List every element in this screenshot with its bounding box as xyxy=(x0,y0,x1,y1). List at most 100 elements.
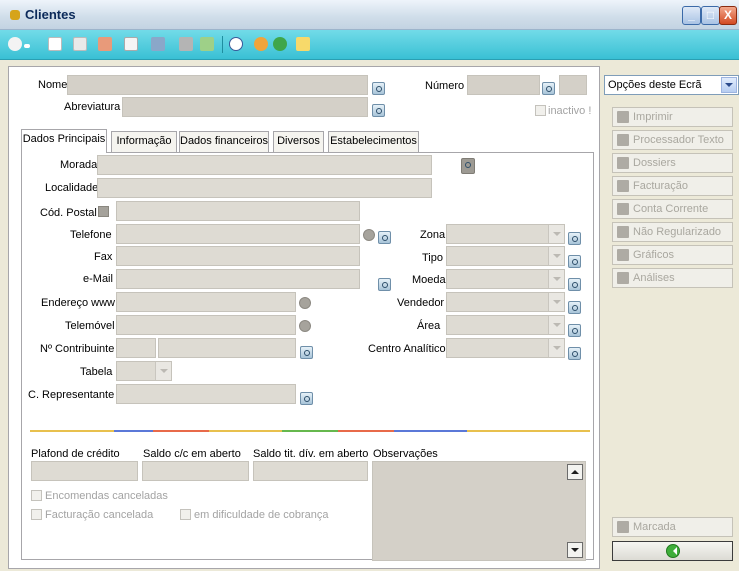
moeda-dropdown-icon[interactable] xyxy=(548,270,564,288)
go-button[interactable] xyxy=(612,541,733,561)
fax-field[interactable] xyxy=(116,246,360,266)
centro-analitico-lookup-button[interactable] xyxy=(568,347,581,360)
delete-icon[interactable] xyxy=(98,37,112,51)
dropdown-arrow-icon[interactable] xyxy=(24,44,30,48)
telefone-lookup-button[interactable] xyxy=(378,231,391,244)
tabela-dropdown-icon[interactable] xyxy=(155,362,171,380)
tab-informacao[interactable]: Informação xyxy=(111,131,177,152)
dificuldade-cobranca-checkbox[interactable] xyxy=(180,509,191,520)
pending-icon xyxy=(617,226,629,238)
numero-lookup-button[interactable] xyxy=(542,82,555,95)
representante-lookup-button[interactable] xyxy=(300,392,313,405)
facturacao-cancelada-checkbox[interactable] xyxy=(31,509,42,520)
attachment-icon[interactable] xyxy=(296,37,310,51)
telemovel-label: Telemóvel xyxy=(65,320,115,332)
telemovel-field[interactable] xyxy=(116,315,296,335)
endereco-www-field[interactable] xyxy=(116,292,296,312)
refresh-icon[interactable] xyxy=(200,37,214,51)
tabela-label: Tabela xyxy=(80,366,113,378)
new-document-icon[interactable] xyxy=(48,37,62,51)
tab-dados-principais[interactable]: Dados Principais xyxy=(21,129,107,153)
map-button[interactable] xyxy=(461,158,475,174)
observacoes-textarea[interactable] xyxy=(372,461,586,561)
cod-postal-label: Cód. Postal xyxy=(40,207,97,219)
chevron-down-icon[interactable] xyxy=(721,77,737,93)
contribuinte-field[interactable] xyxy=(158,338,296,358)
imprimir-button[interactable]: Imprimir xyxy=(612,107,733,127)
area-lookup-button[interactable] xyxy=(568,324,581,337)
email-lookup-button[interactable] xyxy=(378,278,391,291)
scroll-up-icon[interactable] xyxy=(567,464,583,480)
graficos-button[interactable]: Gráficos xyxy=(612,245,733,265)
contribuinte-prefix-field[interactable] xyxy=(116,338,156,358)
tipo-lookup-button[interactable] xyxy=(568,255,581,268)
help-icon[interactable] xyxy=(229,37,243,51)
numero-field[interactable] xyxy=(467,75,540,95)
close-button[interactable]: X xyxy=(719,6,737,25)
toolbar xyxy=(0,30,739,60)
nao-regularizado-button[interactable]: Não Regularizado xyxy=(612,222,733,242)
morada-field[interactable] xyxy=(97,155,432,175)
search-dropdown-icon[interactable] xyxy=(8,37,22,51)
nome-lookup-button[interactable] xyxy=(372,82,385,95)
centro-analitico-dropdown-icon[interactable] xyxy=(548,339,564,357)
abreviatura-lookup-button[interactable] xyxy=(372,104,385,117)
dossiers-button[interactable]: Dossiers xyxy=(612,153,733,173)
analises-button[interactable]: Análises xyxy=(612,268,733,288)
saldo-cc-label: Saldo c/c em aberto xyxy=(143,448,241,460)
tools-icon[interactable] xyxy=(254,37,268,51)
marcada-button[interactable]: Marcada xyxy=(612,517,733,537)
tab-diversos[interactable]: Diversos xyxy=(273,131,324,152)
abreviatura-field[interactable] xyxy=(122,97,368,117)
scroll-down-icon[interactable] xyxy=(567,542,583,558)
fax-label: Fax xyxy=(94,251,113,263)
contribuinte-lookup-button[interactable] xyxy=(300,346,313,359)
cod-postal-button[interactable] xyxy=(98,206,109,217)
plafond-field[interactable] xyxy=(31,461,138,481)
call-icon[interactable] xyxy=(363,229,375,241)
maximize-button[interactable]: □ xyxy=(701,6,720,25)
world-icon[interactable] xyxy=(273,37,287,51)
tab-dados-financeiros[interactable]: Dados financeiros xyxy=(179,131,269,152)
area-label: Área xyxy=(417,320,441,332)
facturacao-button[interactable]: Facturação xyxy=(612,176,733,196)
minimize-button[interactable]: _ xyxy=(682,6,701,25)
numero-extra-field[interactable] xyxy=(559,75,587,95)
call-mobile-icon[interactable] xyxy=(299,320,311,332)
inactivo-checkbox[interactable] xyxy=(535,105,546,116)
window-title: Clientes xyxy=(25,7,76,22)
app-icon xyxy=(10,10,20,20)
processador-texto-button[interactable]: Processador Texto xyxy=(612,130,733,150)
vendedor-dropdown-icon[interactable] xyxy=(548,293,564,311)
zona-lookup-button[interactable] xyxy=(568,232,581,245)
tipo-dropdown-icon[interactable] xyxy=(548,247,564,265)
properties-icon[interactable] xyxy=(124,37,138,51)
email-field[interactable] xyxy=(116,269,360,289)
telefone-field[interactable] xyxy=(116,224,360,244)
options-select[interactable]: Opções deste Ecrã xyxy=(604,75,739,95)
vendedor-label: Vendedor xyxy=(397,297,445,309)
saldo-cc-field[interactable] xyxy=(142,461,249,481)
copy-document-icon[interactable] xyxy=(73,37,87,51)
print-icon[interactable] xyxy=(179,37,193,51)
nome-label: Nome xyxy=(38,79,68,91)
localidade-field[interactable] xyxy=(97,178,432,198)
facturacao-cancelada-label: Facturação cancelada xyxy=(45,509,154,521)
representante-field[interactable] xyxy=(116,384,296,404)
conta-corrente-button[interactable]: Conta Corrente xyxy=(612,199,733,219)
vendedor-lookup-button[interactable] xyxy=(568,301,581,314)
cod-postal-field[interactable] xyxy=(116,201,360,221)
moeda-lookup-button[interactable] xyxy=(568,278,581,291)
open-web-icon[interactable] xyxy=(299,297,311,309)
area-dropdown-icon[interactable] xyxy=(548,316,564,334)
nome-field[interactable] xyxy=(67,75,368,95)
encomendas-canceladas-checkbox[interactable] xyxy=(31,490,42,501)
toolbar-separator xyxy=(222,36,223,53)
tab-estabelecimentos[interactable]: Estabelecimentos xyxy=(328,131,419,152)
ledger-icon xyxy=(617,203,629,215)
endereco-www-label: Endereço www xyxy=(41,297,115,309)
grid-icon[interactable] xyxy=(151,37,165,51)
zona-dropdown-icon[interactable] xyxy=(548,225,564,243)
title-bar: Clientes _ □ X xyxy=(0,0,739,30)
saldo-tit-field[interactable] xyxy=(253,461,368,481)
